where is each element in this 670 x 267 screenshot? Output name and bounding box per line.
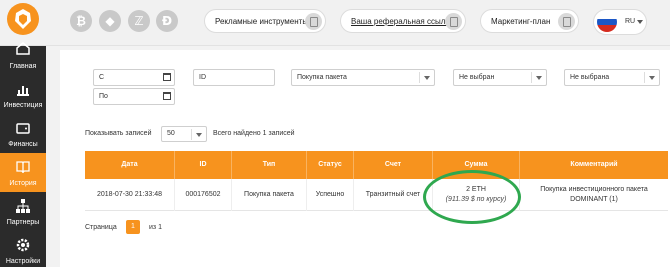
select-divider	[531, 72, 532, 83]
chevron-down-icon	[196, 133, 202, 137]
chevron-down-icon	[536, 76, 542, 80]
column-header-type[interactable]: Тип	[232, 151, 307, 179]
date-to-field[interactable]: По	[93, 88, 175, 105]
select-divider	[644, 72, 645, 83]
comment-line-1: Покупка инвестиционного пакета	[540, 186, 648, 193]
sidebar-item-partners[interactable]: Партнеры	[0, 192, 46, 231]
copy-icon	[445, 13, 462, 30]
sidebar-item-investment[interactable]: Инвестиция	[0, 75, 46, 114]
zcash-icon[interactable]: ℤ	[128, 10, 150, 32]
account-select-value: Не выбрана	[570, 74, 610, 81]
page-button-current[interactable]: 1	[126, 220, 140, 234]
book-icon	[16, 161, 30, 174]
top-header: ₿ ◆ ℤ Ð Рекламные инструменты Ваша рефер…	[0, 0, 670, 46]
calendar-icon[interactable]	[163, 92, 171, 100]
records-per-page-label: Показывать записей	[85, 130, 152, 137]
pager-total: из 1	[149, 224, 162, 231]
sidebar-item-history[interactable]: История	[0, 153, 46, 192]
sidebar-item-label: Финансы	[8, 141, 38, 148]
select-divider	[191, 129, 192, 140]
id-input[interactable]: ID	[193, 69, 275, 86]
sidebar-item-label: Партнеры	[6, 219, 40, 226]
cell-status: Успешно	[307, 179, 354, 211]
referral-link-label: Ваша реферальная ссылка	[351, 16, 454, 26]
status-select-value: Не выбран	[459, 74, 495, 81]
column-header-comment[interactable]: Комментарий	[520, 151, 668, 179]
records-found-text: Всего найдено 1 записей	[213, 130, 295, 137]
sidebar-item-settings[interactable]: Настройки	[0, 231, 46, 267]
cell-id: 000176502	[175, 179, 232, 211]
promo-tools-label: Рекламные инструменты	[215, 16, 309, 26]
promo-tools-button[interactable]: Рекламные инструменты	[204, 9, 326, 33]
column-header-account[interactable]: Счет	[354, 151, 433, 179]
cell-comment: Покупка инвестиционного пакета DOMINANT …	[520, 179, 668, 211]
wallet-icon	[16, 123, 30, 134]
type-select[interactable]: Покупка пакета	[291, 69, 435, 86]
id-placeholder: ID	[199, 74, 206, 81]
table-row: 2018-07-30 21:33:48 000176502 Покупка па…	[85, 179, 668, 211]
ethereum-icon[interactable]: ◆	[99, 10, 121, 32]
status-select[interactable]: Не выбран	[453, 69, 547, 86]
russia-flag-icon	[597, 12, 617, 32]
pager-label: Страница	[85, 224, 117, 231]
records-per-page-value: 50	[167, 130, 175, 137]
table-header: Дата ID Тип Статус Счет Сумма Комментари…	[85, 151, 668, 179]
bar-chart-icon	[17, 86, 29, 96]
records-per-page-select[interactable]: 50	[161, 126, 207, 142]
marketing-plan-label: Маркетинг-план	[491, 16, 551, 26]
date-to-label: По	[99, 93, 108, 100]
column-header-status[interactable]: Статус	[307, 151, 354, 179]
comment-line-2: DOMINANT (1)	[570, 196, 618, 203]
type-select-value: Покупка пакета	[297, 74, 347, 81]
select-divider	[419, 72, 420, 83]
date-from-label: С	[99, 74, 105, 81]
sidebar-item-label: Инвестиция	[3, 102, 43, 109]
marketing-plan-button[interactable]: Маркетинг-план	[480, 9, 579, 33]
sidebar-item-label: Настройки	[5, 258, 41, 265]
language-code: RU	[625, 18, 636, 25]
megaphone-icon	[305, 13, 322, 30]
account-select[interactable]: Не выбрана	[564, 69, 660, 86]
sidebar-item-home[interactable]: Главная	[0, 36, 46, 75]
column-header-date[interactable]: Дата	[85, 151, 175, 179]
column-header-id[interactable]: ID	[175, 151, 232, 179]
sidebar: Главная Инвестиция Финансы История Партн…	[0, 42, 46, 267]
home-icon	[16, 42, 30, 55]
dash-icon[interactable]: Ð	[156, 10, 178, 32]
sidebar-item-label: История	[9, 180, 37, 187]
gear-icon	[16, 238, 30, 252]
date-from-field[interactable]: С	[93, 69, 175, 86]
sidebar-item-label: Главная	[9, 63, 37, 70]
language-selector[interactable]: RU	[593, 9, 647, 35]
cell-account: Транзитный счет	[354, 179, 433, 211]
calendar-icon[interactable]	[163, 73, 171, 81]
chevron-down-icon	[649, 76, 655, 80]
lion-logo-icon[interactable]	[6, 2, 40, 36]
bitcoin-icon[interactable]: ₿	[70, 10, 92, 32]
cell-date: 2018-07-30 21:33:48	[85, 179, 175, 211]
amount-highlight-circle	[423, 170, 521, 224]
sidebar-item-finance[interactable]: Финансы	[0, 114, 46, 153]
chevron-down-icon	[424, 76, 430, 80]
bell-icon	[558, 13, 575, 30]
cell-type: Покупка пакета	[232, 179, 307, 211]
chevron-down-icon	[637, 20, 643, 24]
referral-link-button[interactable]: Ваша реферальная ссылка	[340, 9, 466, 33]
network-icon	[16, 199, 30, 213]
